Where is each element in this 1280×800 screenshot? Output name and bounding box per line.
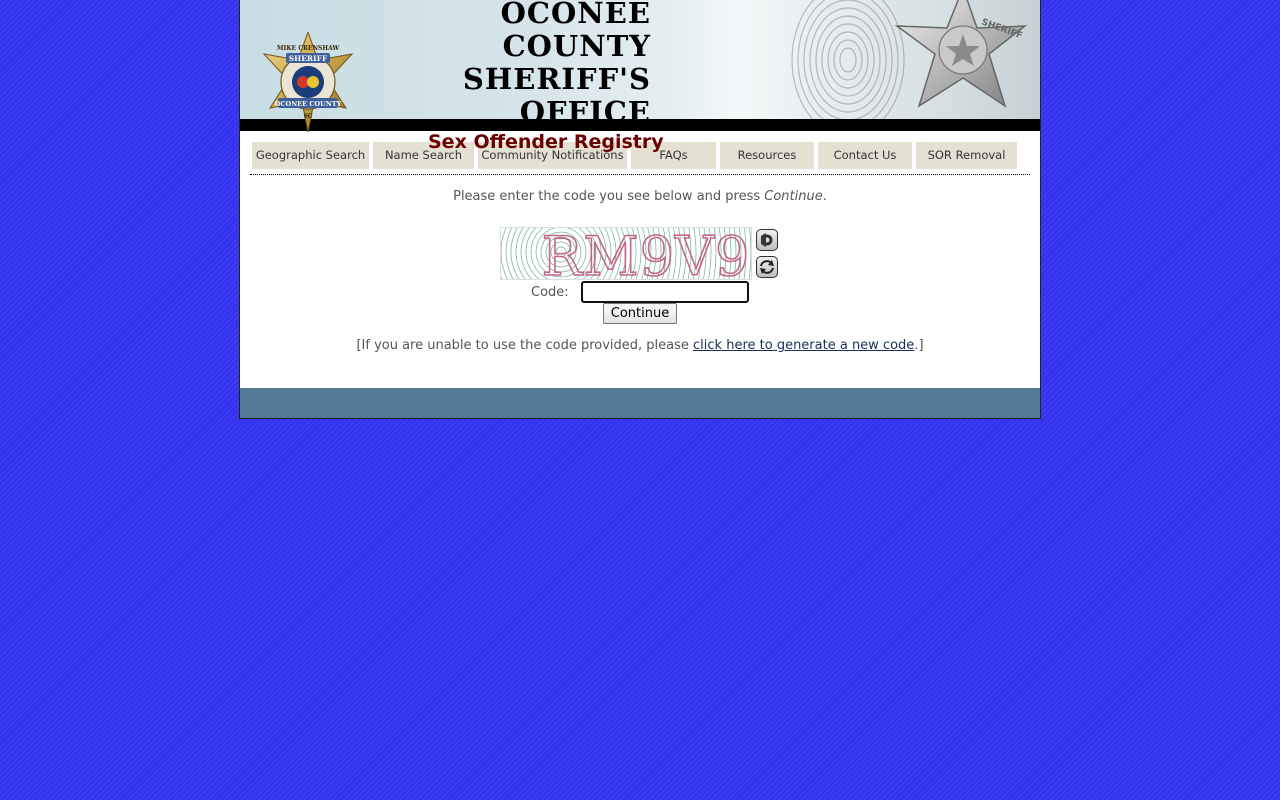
- silver-sheriff-badge-icon: SHERIFF: [894, 0, 1028, 108]
- nav-tab-sor-removal[interactable]: SOR Removal: [916, 142, 1017, 169]
- logo-state: SC: [303, 113, 312, 120]
- nav-tab-resources[interactable]: Resources: [720, 142, 814, 169]
- site-title-line-1: OCONEE: [500, 0, 651, 30]
- header-black-bar: [240, 119, 1040, 131]
- nav-tab-geographic-search[interactable]: Geographic Search: [252, 142, 369, 169]
- logo-bottom-banner: OCONEE COUNTY: [275, 100, 342, 108]
- captcha-refresh-button[interactable]: [756, 256, 778, 278]
- site-title-line-2: COUNTY: [502, 29, 651, 63]
- refresh-icon: [760, 260, 774, 274]
- registry-title: Sex Offender Registry: [428, 131, 664, 153]
- instruction-emphasis: Continue: [764, 189, 823, 204]
- fallback-prefix: [If you are unable to use the code provi…: [356, 338, 694, 353]
- logo-top-banner: SHERIFF: [289, 54, 328, 63]
- site-title-line-3: SHERIFF'S: [462, 62, 651, 96]
- instruction-end: .: [822, 189, 827, 204]
- site-title: OCONEE COUNTY SHERIFF'S OFFICE: [411, 0, 651, 119]
- sheriff-star-badge-icon[interactable]: MIKE CRENSHAW SHERIFF OCONEE COUNTY SC: [262, 32, 354, 132]
- nav-tab-contact-us[interactable]: Contact Us: [818, 142, 912, 169]
- page-footer: [240, 388, 1040, 418]
- speaker-icon: [761, 233, 773, 247]
- fallback-message: [If you are unable to use the code provi…: [240, 338, 1040, 353]
- captcha-instruction: Please enter the code you see below and …: [240, 189, 1040, 204]
- continue-button[interactable]: Continue: [603, 303, 677, 324]
- captcha-pattern: RM9V9: [501, 228, 751, 279]
- fallback-suffix: .]: [914, 338, 924, 353]
- code-input[interactable]: [581, 281, 749, 303]
- nav-divider: [250, 174, 1030, 175]
- code-label: Code:: [531, 285, 569, 300]
- logo-ring-text: MIKE CRENSHAW: [277, 45, 340, 52]
- site-header: SHERIFF OCONEE COUNTY SHERIFF'S OFFICE: [240, 0, 1040, 119]
- site-title-line-4: OFFICE: [519, 95, 651, 120]
- instruction-text: Please enter the code you see below and …: [453, 189, 765, 204]
- captcha-code-text: RM9V9: [542, 228, 751, 279]
- page-container: SHERIFF OCONEE COUNTY SHERIFF'S OFFICE M…: [239, 0, 1041, 419]
- generate-new-code-link[interactable]: click here to generate a new code: [693, 338, 914, 353]
- captcha-image: RM9V9: [500, 227, 752, 280]
- captcha-audio-button[interactable]: [756, 229, 778, 251]
